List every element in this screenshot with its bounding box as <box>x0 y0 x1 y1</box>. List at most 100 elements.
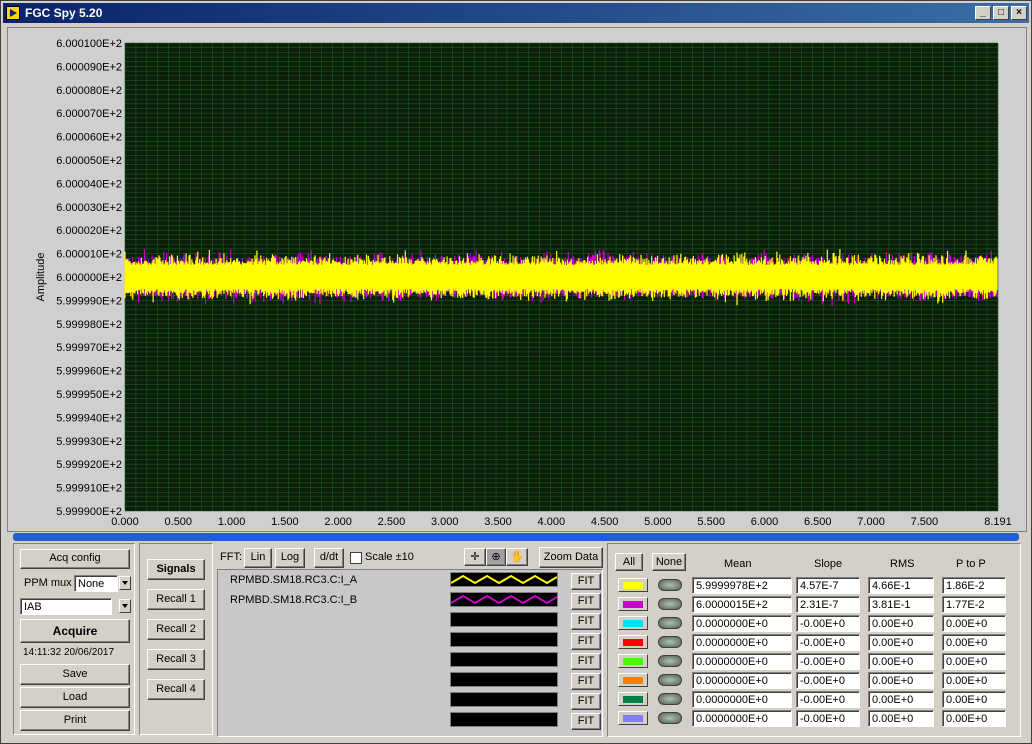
color-swatch-8[interactable] <box>618 711 648 725</box>
zoom-data-button[interactable]: Zoom Data <box>539 547 603 568</box>
color-swatch-fill <box>623 582 643 589</box>
y-tick-label: 6.000000E+2 <box>56 272 122 284</box>
x-tick-label: 2.000 <box>324 516 352 528</box>
visibility-toggle-4[interactable] <box>658 636 682 648</box>
p-to-p-value-4: 0.00E+0 <box>942 634 1006 651</box>
y-tick-label: 5.999940E+2 <box>56 412 122 424</box>
amplitude-chart[interactable]: 6.000100E+2 6.000090E+2 6.000080E+2 6.00007… <box>8 28 1026 531</box>
trace-preview-7 <box>450 692 558 707</box>
close-button[interactable]: × <box>1011 6 1027 20</box>
y-tick-label: 5.999980E+2 <box>56 319 122 331</box>
visibility-toggle-8[interactable] <box>658 712 682 724</box>
fit-button-3[interactable]: FIT <box>571 613 601 630</box>
x-tick-label: 3.000 <box>431 516 459 528</box>
y-tick-label: 5.999910E+2 <box>56 483 122 495</box>
rms-value-4: 0.00E+0 <box>868 634 934 651</box>
color-swatch-fill <box>623 639 643 646</box>
trace-preview-1 <box>450 572 558 587</box>
ppm-mux-select[interactable]: None <box>74 575 118 592</box>
ppm-mux-dropdown-icon[interactable] <box>119 576 131 590</box>
visibility-toggle-2[interactable] <box>658 598 682 610</box>
color-swatch-fill <box>623 715 643 722</box>
fit-button-5[interactable]: FIT <box>571 653 601 670</box>
y-axis-label: Amplitude <box>35 253 47 302</box>
select-all-button[interactable]: All <box>615 553 643 571</box>
header-mean: Mean <box>724 558 752 570</box>
ppm-mux-label: PPM mux <box>24 577 72 589</box>
rms-value-1: 4.66E-1 <box>868 577 934 594</box>
visibility-toggle-3[interactable] <box>658 617 682 629</box>
p-to-p-value-6: 0.00E+0 <box>942 672 1006 689</box>
visibility-toggle-6[interactable] <box>658 674 682 686</box>
pan-hand-icon[interactable]: ✋ <box>506 548 528 566</box>
rms-value-3: 0.00E+0 <box>868 615 934 632</box>
fft-log-button[interactable]: Log <box>275 548 305 568</box>
fit-button-6[interactable]: FIT <box>571 673 601 690</box>
color-swatch-2[interactable] <box>618 597 648 611</box>
p-to-p-value-2: 1.77E-2 <box>942 596 1006 613</box>
scale-checkbox[interactable] <box>350 552 362 564</box>
signals-button[interactable]: Signals <box>147 559 205 580</box>
slope-value-3: -0.00E+0 <box>796 615 860 632</box>
fit-button-7[interactable]: FIT <box>571 693 601 710</box>
fit-button-1[interactable]: FIT <box>571 573 601 590</box>
x-tick-label: 6.000 <box>751 516 779 528</box>
save-button[interactable]: Save <box>20 664 130 685</box>
recall-3-button[interactable]: Recall 3 <box>147 649 205 670</box>
scale-label: Scale ±10 <box>365 551 414 563</box>
fit-button-4[interactable]: FIT <box>571 633 601 650</box>
visibility-toggle-1[interactable] <box>658 579 682 591</box>
mean-value-7: 0.0000000E+0 <box>692 691 792 708</box>
print-button[interactable]: Print <box>20 710 130 731</box>
visibility-toggle-7[interactable] <box>658 693 682 705</box>
x-tick-label: 4.000 <box>538 516 566 528</box>
p-to-p-value-5: 0.00E+0 <box>942 653 1006 670</box>
y-tick-label: 6.000060E+2 <box>56 132 122 144</box>
slope-value-6: -0.00E+0 <box>796 672 860 689</box>
x-tick-label: 1.000 <box>218 516 246 528</box>
select-none-button[interactable]: None <box>652 553 686 571</box>
visibility-toggle-5[interactable] <box>658 655 682 667</box>
recall-1-button[interactable]: Recall 1 <box>147 589 205 610</box>
acq-config-button[interactable]: Acq config <box>20 549 130 569</box>
acquire-button[interactable]: Acquire <box>20 619 130 643</box>
color-swatch-7[interactable] <box>618 692 648 706</box>
x-tick-label: 4.500 <box>591 516 619 528</box>
cursor-tool-icon[interactable]: ✛ <box>464 548 486 566</box>
splitter-bar[interactable] <box>13 533 1019 541</box>
y-tick-label: 6.000050E+2 <box>56 155 122 167</box>
trace-preview-8 <box>450 712 558 727</box>
recall-2-button[interactable]: Recall 2 <box>147 619 205 640</box>
signal-select[interactable]: IAB <box>20 598 112 615</box>
fit-button-8[interactable]: FIT <box>571 713 601 730</box>
derivative-button[interactable]: d/dt <box>314 548 344 568</box>
fit-button-2[interactable]: FIT <box>571 593 601 610</box>
y-tick-label: 6.000090E+2 <box>56 61 122 73</box>
trace-preview-6 <box>450 672 558 687</box>
zoom-tool-icon[interactable]: ⊕ <box>486 548 506 566</box>
load-button[interactable]: Load <box>20 687 130 708</box>
color-swatch-fill <box>623 620 643 627</box>
app-icon <box>6 6 20 20</box>
title-bar: FGC Spy 5.20 _ □ × <box>3 3 1029 23</box>
mean-value-4: 0.0000000E+0 <box>692 634 792 651</box>
fft-lin-button[interactable]: Lin <box>244 548 272 568</box>
x-tick-label: 2.500 <box>378 516 406 528</box>
p-to-p-value-1: 1.86E-2 <box>942 577 1006 594</box>
x-tick-label: 1.500 <box>271 516 299 528</box>
signal-dropdown-icon[interactable] <box>119 599 131 613</box>
y-tick-label: 5.999920E+2 <box>56 459 122 471</box>
color-swatch-1[interactable] <box>618 578 648 592</box>
channel-list: RPMBD.SM18.RC3.C:I_A RPMBD.SM18.RC3.C:I_… <box>217 569 603 737</box>
y-tick-label: 6.000080E+2 <box>56 85 122 97</box>
color-swatch-fill <box>623 601 643 608</box>
y-tick-label: 6.000020E+2 <box>56 225 122 237</box>
color-swatch-6[interactable] <box>618 673 648 687</box>
recall-4-button[interactable]: Recall 4 <box>147 679 205 700</box>
color-swatch-5[interactable] <box>618 654 648 668</box>
color-swatch-4[interactable] <box>618 635 648 649</box>
color-swatch-3[interactable] <box>618 616 648 630</box>
maximize-button[interactable]: □ <box>993 6 1009 20</box>
slope-value-4: -0.00E+0 <box>796 634 860 651</box>
minimize-button[interactable]: _ <box>975 6 991 20</box>
